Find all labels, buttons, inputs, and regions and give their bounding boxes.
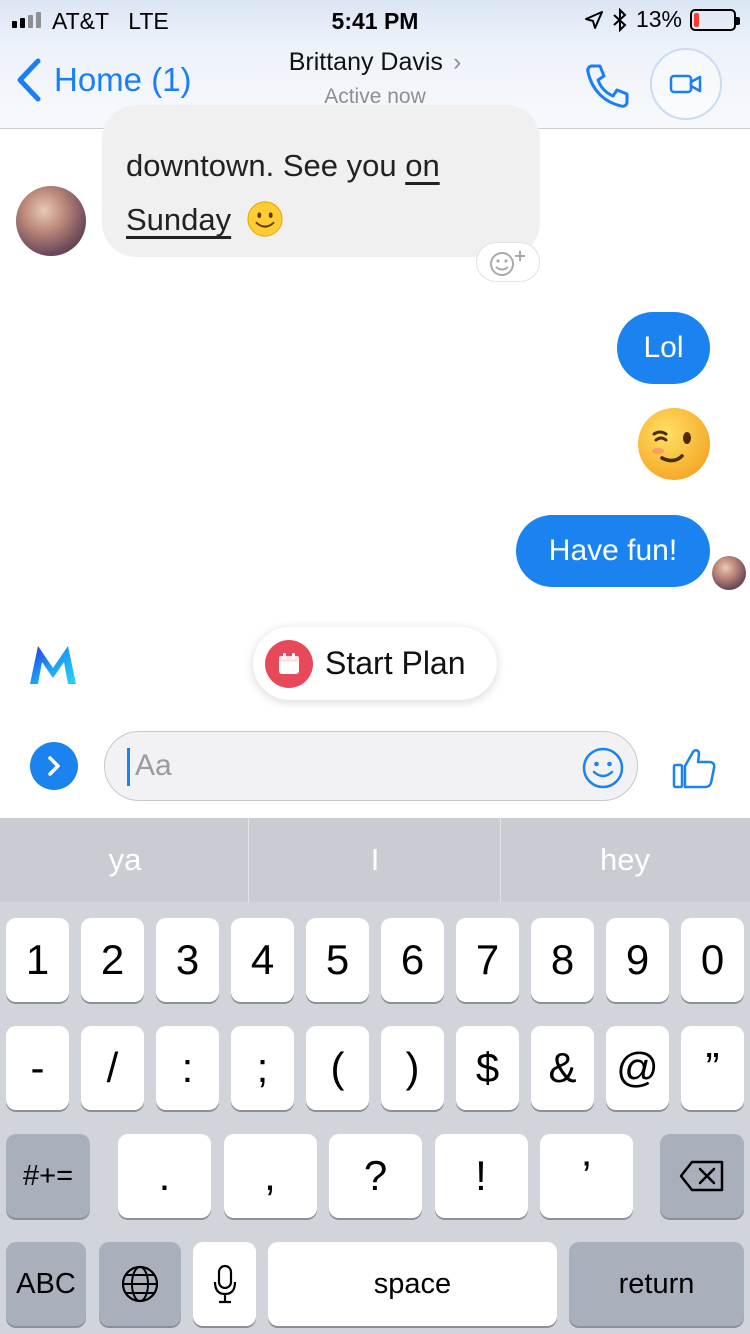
key[interactable]: $ (456, 1026, 519, 1110)
call-button[interactable] (582, 60, 632, 110)
space-key[interactable]: space (268, 1242, 557, 1326)
key[interactable]: ? (329, 1134, 422, 1218)
message-input-container[interactable] (104, 731, 638, 801)
key[interactable]: 2 (81, 918, 144, 1002)
backspace-key[interactable] (660, 1134, 744, 1218)
key[interactable]: 8 (531, 918, 594, 1002)
text-caret (127, 748, 130, 786)
seen-avatar (712, 556, 746, 590)
battery-icon (690, 8, 740, 31)
contact-name: Brittany Davis (288, 48, 443, 76)
key[interactable]: : (156, 1026, 219, 1110)
key[interactable]: 5 (306, 918, 369, 1002)
key[interactable]: @ (606, 1026, 669, 1110)
video-icon (669, 74, 702, 94)
microphone-icon (213, 1264, 236, 1304)
globe-icon (121, 1265, 159, 1303)
contact-header[interactable]: Brittany Davis › Active now (0, 48, 750, 109)
phone-icon (586, 64, 629, 108)
prediction[interactable]: hey (500, 818, 750, 902)
expand-composer-button[interactable] (30, 742, 78, 790)
predictive-bar: ya I hey (0, 818, 750, 902)
chevron-right-icon: › (452, 48, 462, 76)
key[interactable]: , (223, 1134, 317, 1218)
outgoing-message[interactable]: Lol (617, 312, 710, 384)
key[interactable]: ” (681, 1026, 744, 1110)
more-symbols-key[interactable]: #+= (6, 1134, 90, 1218)
start-plan-button[interactable]: Start Plan (253, 627, 497, 700)
key[interactable]: ’ (540, 1134, 633, 1218)
battery-percent: 13% (635, 6, 682, 32)
video-call-button[interactable] (650, 48, 722, 120)
message-input[interactable] (135, 744, 575, 788)
smile-emoji-icon (247, 201, 283, 237)
prediction-divider (500, 818, 501, 902)
calendar-icon (265, 639, 313, 688)
key[interactable]: 6 (381, 918, 444, 1002)
messenger-screen: AT&T LTE 5:41 PM 13% Home (1) Brittany D… (0, 0, 750, 1334)
prediction[interactable]: ya (0, 818, 250, 902)
key[interactable]: 9 (606, 918, 669, 1002)
globe-key[interactable] (99, 1242, 181, 1326)
contact-avatar[interactable] (16, 186, 86, 256)
microphone-key[interactable] (193, 1242, 256, 1326)
contact-name-row: Brittany Davis › (0, 48, 750, 77)
backspace-icon (679, 1160, 724, 1192)
incoming-message[interactable]: downtown. See you on Sunday (102, 105, 540, 257)
keyboard: ya I hey 1 2 3 4 5 6 7 8 9 0 - /:;() $ & @” #+=.,?!’ ABC… (0, 818, 750, 1334)
return-key[interactable]: return (569, 1242, 744, 1326)
key[interactable]: 1 (6, 918, 69, 1002)
abc-key[interactable]: ABC (6, 1242, 86, 1326)
messenger-m-icon[interactable] (26, 638, 80, 692)
location-arrow-icon (584, 10, 603, 29)
date-link-day[interactable]: Sunday (126, 202, 231, 237)
wink-emoji-icon[interactable] (636, 406, 712, 482)
smiley-icon[interactable] (581, 746, 625, 790)
key[interactable]: ; (231, 1026, 294, 1110)
key[interactable]: / (81, 1026, 144, 1110)
key[interactable]: ( (306, 1026, 369, 1110)
key[interactable]: 4 (231, 918, 294, 1002)
key[interactable]: 0 (681, 918, 744, 1002)
date-link[interactable]: on (405, 148, 439, 183)
status-right: 13% (584, 6, 740, 33)
start-plan-label: Start Plan (325, 645, 466, 681)
key[interactable]: . (118, 1134, 211, 1218)
incoming-text: downtown. See you (126, 148, 397, 183)
expand-chevron-icon (48, 756, 60, 776)
key[interactable]: & (531, 1026, 594, 1110)
prediction[interactable]: I (250, 818, 500, 902)
key[interactable]: 7 (456, 918, 519, 1002)
bluetooth-icon (613, 7, 627, 32)
status-bar: AT&T LTE 5:41 PM 13% (0, 0, 750, 40)
add-reaction-button[interactable] (476, 242, 540, 282)
key[interactable]: - (6, 1026, 69, 1110)
outgoing-message[interactable]: Have fun! (516, 515, 710, 587)
prediction-divider (248, 818, 249, 902)
key[interactable]: 3 (156, 918, 219, 1002)
thumbs-up-icon[interactable] (670, 744, 718, 792)
key[interactable]: ) (381, 1026, 444, 1110)
reaction-add-icon (490, 251, 525, 276)
key[interactable]: ! (434, 1134, 528, 1218)
